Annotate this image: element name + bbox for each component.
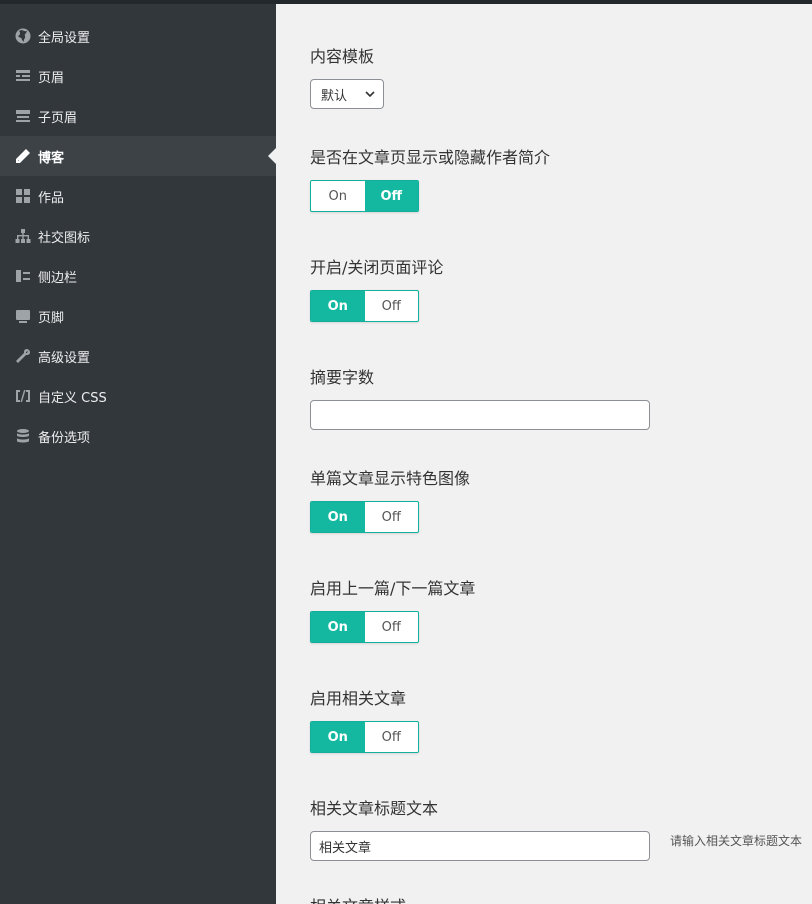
sidebar-icon (14, 267, 32, 285)
featured-image-toggle: On Off (310, 501, 419, 533)
sidebar-item-label: 备份选项 (38, 430, 91, 446)
featured-image-label: 单篇文章显示特色图像 (310, 469, 471, 488)
sidebar-item-sidebar[interactable]: 侧边栏 (0, 256, 276, 296)
sidebar-item-label: 作品 (38, 190, 65, 206)
sidebar-item-label: 侧边栏 (38, 270, 78, 286)
wrench-icon (14, 347, 32, 365)
sidebar-item-label: 全局设置 (38, 30, 91, 46)
sidebar-item-social-icons[interactable]: 社交图标 (0, 216, 276, 256)
sidebar-item-label: 高级设置 (38, 350, 91, 366)
header-icon (14, 67, 32, 85)
featured-image-off-button[interactable]: Off (365, 502, 419, 532)
sidebar-item-blog[interactable]: 博客 (0, 136, 276, 176)
related-posts-label: 启用相关文章 (310, 689, 407, 708)
grid-icon (14, 187, 32, 205)
code-icon (14, 387, 32, 405)
globe-icon (14, 27, 32, 45)
prev-next-label: 启用上一篇/下一篇文章 (310, 579, 476, 598)
chevron-down-icon (363, 87, 377, 101)
page-comments-off-button[interactable]: Off (365, 291, 419, 321)
sidebar-item-subheader[interactable]: 子页眉 (0, 96, 276, 136)
excerpt-length-input[interactable] (310, 400, 650, 430)
sidebar-item-label: 页眉 (38, 70, 65, 86)
related-posts-off-button[interactable]: Off (365, 722, 419, 752)
content-template-value: 默认 (321, 88, 348, 104)
settings-content: 内容模板 默认 是否在文章页显示或隐藏作者简介 On Off 开启/关闭页面评论… (276, 16, 812, 904)
database-icon (14, 427, 32, 445)
sidebar-item-label: 页脚 (38, 310, 65, 326)
sidebar-item-backup-options[interactable]: 备份选项 (0, 416, 276, 456)
related-title-label: 相关文章标题文本 (310, 799, 439, 818)
author-bio-label: 是否在文章页显示或隐藏作者简介 (310, 148, 551, 167)
sidebar-item-header[interactable]: 页眉 (0, 56, 276, 96)
related-title-help: 请输入相关文章标题文本 (670, 834, 803, 848)
sidebar-item-advanced-settings[interactable]: 高级设置 (0, 336, 276, 376)
related-style-label: 相关文章样式 (310, 893, 406, 904)
sidebar-item-global-settings[interactable]: 全局设置 (0, 16, 276, 56)
sidebar-item-label: 子页眉 (38, 110, 78, 126)
footer-icon (14, 307, 32, 325)
prev-next-on-button[interactable]: On (311, 612, 365, 642)
sidebar-item-portfolio[interactable]: 作品 (0, 176, 276, 216)
sidebar-top-strip (0, 4, 276, 16)
sidebar-item-custom-css[interactable]: 自定义 CSS (0, 376, 276, 416)
pencil-icon (14, 147, 32, 165)
excerpt-length-label: 摘要字数 (310, 368, 375, 387)
related-title-input[interactable]: 相关文章 (310, 831, 650, 861)
sidebar-item-label: 博客 (38, 150, 65, 166)
page-comments-on-button[interactable]: On (311, 291, 365, 321)
sidebar-item-label: 社交图标 (38, 230, 91, 246)
author-bio-off-button[interactable]: Off (364, 181, 418, 211)
content-template-select[interactable]: 默认 (310, 79, 384, 109)
sidebar-item-label: 自定义 CSS (38, 390, 107, 406)
prev-next-toggle: On Off (310, 611, 419, 643)
author-bio-toggle: On Off (310, 180, 419, 212)
page-comments-toggle: On Off (310, 290, 419, 322)
sitemap-icon (14, 227, 32, 245)
related-posts-toggle: On Off (310, 721, 419, 753)
sidebar-item-footer[interactable]: 页脚 (0, 296, 276, 336)
page-comments-label: 开启/关闭页面评论 (310, 258, 444, 277)
content-template-label: 内容模板 (310, 47, 375, 66)
settings-sidebar: 全局设置 页眉 子页眉 博客 作品 社交图标 侧边栏 页脚 高级设置 自定义 C… (0, 16, 276, 904)
subheader-icon (14, 107, 32, 125)
prev-next-off-button[interactable]: Off (365, 612, 419, 642)
author-bio-on-button[interactable]: On (311, 181, 365, 211)
featured-image-on-button[interactable]: On (311, 502, 365, 532)
related-posts-on-button[interactable]: On (311, 722, 365, 752)
